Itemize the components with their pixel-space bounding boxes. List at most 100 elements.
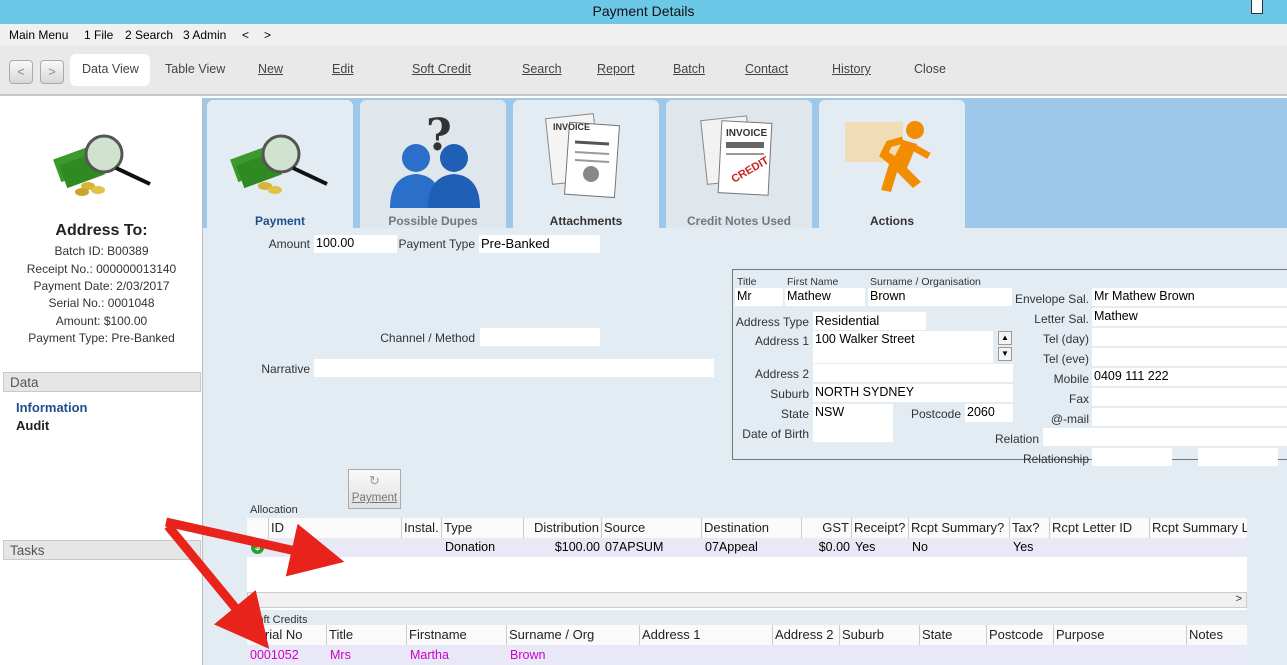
sc-col-notes[interactable]: Notes (1187, 625, 1247, 645)
soft-credit-button[interactable]: Soft Credit (412, 62, 471, 76)
sc-col-firstname[interactable]: Firstname (407, 625, 507, 645)
channel-field[interactable] (480, 328, 600, 346)
alloc-cell-destination: 07Appeal (705, 540, 758, 554)
alloc-cell-source: 07APSUM (605, 540, 664, 554)
table-row[interactable]: $ Donation $100.00 07APSUM 07Appeal $0.0… (247, 538, 1247, 557)
menu-prev[interactable]: < (242, 28, 249, 42)
sc-col-state[interactable]: State (920, 625, 987, 645)
alloc-cell-distribution: $100.00 (554, 540, 600, 554)
first-name-label: First Name (787, 276, 839, 288)
alloc-cell-type: Donation (445, 540, 496, 554)
relation-field[interactable] (1043, 428, 1287, 446)
menu-search[interactable]: 2 Search (125, 28, 173, 42)
suburb-label: Suburb (770, 387, 809, 401)
tab-payment-label: Payment (254, 214, 306, 228)
search-button[interactable]: Search (522, 62, 562, 76)
alloc-col-rcpt-letter[interactable]: Rcpt Letter ID (1050, 518, 1150, 538)
allocation-label: Allocation (250, 504, 298, 516)
tasks-panel-header[interactable]: Tasks (3, 540, 201, 560)
suburb-field[interactable]: NORTH SYDNEY (813, 384, 1013, 402)
sc-col-purpose[interactable]: Purpose (1054, 625, 1187, 645)
scroll-left-icon[interactable]: < (250, 593, 256, 605)
menu-main[interactable]: Main Menu (9, 28, 68, 42)
horizontal-scrollbar[interactable]: < > (247, 592, 1247, 608)
payment-type-field[interactable]: Pre-Banked (479, 235, 600, 253)
scroll-right-icon[interactable]: > (1236, 593, 1242, 605)
tab-attachments-label: Attachments (549, 214, 623, 228)
data-panel-header[interactable]: Data (3, 372, 201, 392)
alloc-col-receipt[interactable]: Receipt? (852, 518, 909, 538)
alloc-col-rcpt-summary[interactable]: Rcpt Summary? (909, 518, 1010, 538)
tab-actions[interactable]: Actions (819, 100, 965, 228)
window-button[interactable] (1251, 0, 1263, 14)
sc-col-address2[interactable]: Address 2 (773, 625, 840, 645)
alloc-col-tax[interactable]: Tax? (1010, 518, 1050, 538)
alloc-col-id[interactable]: ID (269, 518, 402, 538)
alloc-col-source[interactable]: Source (602, 518, 702, 538)
serial-no: Serial No.: 0001048 (48, 296, 155, 310)
tab-payment[interactable]: Payment (207, 100, 353, 228)
relationship-extra-field[interactable] (1198, 448, 1278, 466)
tab-possible-dupes-label: Possible Dupes (388, 214, 478, 228)
nav-information[interactable]: Information (16, 400, 88, 415)
email-field[interactable] (1092, 408, 1287, 426)
address1-field[interactable]: 100 Walker Street (813, 331, 993, 363)
amount-field[interactable]: 100.00 (314, 235, 397, 253)
alloc-col-type[interactable]: Type (442, 518, 524, 538)
tab-attachments[interactable]: INVOICE Attachments (513, 100, 659, 228)
menu-next[interactable]: > (264, 28, 271, 42)
envelope-sal-field[interactable]: Mr Mathew Brown (1092, 288, 1287, 306)
state-field[interactable]: NSW (813, 404, 893, 442)
data-view-label[interactable]: Data View (82, 62, 139, 76)
letter-sal-field[interactable]: Mathew (1092, 308, 1287, 326)
address2-field[interactable] (813, 364, 1013, 382)
contact-button[interactable]: Contact (745, 62, 788, 76)
tab-credit-notes-used[interactable]: INVOICE CREDIT Credit Notes Used (666, 100, 812, 228)
menu-file[interactable]: 1 File (84, 28, 113, 42)
title-bar: Payment Details (0, 0, 1287, 24)
alloc-col-gst[interactable]: GST (802, 518, 852, 538)
svg-text:INVOICE: INVOICE (553, 122, 590, 132)
payment-button[interactable]: ↻ Payment (348, 469, 401, 509)
title-field[interactable]: Mr (735, 288, 783, 306)
first-name-field[interactable]: Mathew (785, 288, 865, 306)
mobile-field[interactable]: 0409 111 222 (1092, 368, 1287, 386)
alloc-col-distribution[interactable]: Distribution (524, 518, 602, 538)
surname-field[interactable]: Brown (868, 288, 1012, 306)
fax-field[interactable] (1092, 388, 1287, 406)
forward-button[interactable]: > (40, 60, 64, 84)
history-button[interactable]: History (832, 62, 871, 76)
back-button[interactable]: < (9, 60, 33, 84)
narrative-field[interactable] (314, 359, 714, 377)
sc-col-serial[interactable]: Serial No (247, 625, 327, 645)
grid-corner (247, 518, 269, 538)
tab-strip: Payment ? Possible Dupes INVOICE Attachm… (203, 98, 1287, 228)
sc-cell-surname: Brown (510, 648, 546, 662)
address-type-field[interactable]: Residential (813, 312, 926, 330)
nav-audit[interactable]: Audit (16, 418, 49, 433)
table-row[interactable]: 0001052 Mrs Martha Brown (247, 645, 1247, 665)
tab-credit-notes-label: Credit Notes Used (686, 214, 792, 228)
alloc-col-destination[interactable]: Destination (702, 518, 802, 538)
tab-possible-dupes[interactable]: ? Possible Dupes (360, 100, 506, 228)
relationship-field[interactable] (1092, 448, 1172, 466)
alloc-col-instal[interactable]: Instal. (402, 518, 442, 538)
edit-button[interactable]: Edit (332, 62, 354, 76)
sc-col-title[interactable]: Title (327, 625, 407, 645)
report-button[interactable]: Report (597, 62, 635, 76)
batch-button[interactable]: Batch (673, 62, 705, 76)
sc-col-suburb[interactable]: Suburb (840, 625, 920, 645)
sc-col-address1[interactable]: Address 1 (640, 625, 773, 645)
money-magnifier-icon (53, 134, 151, 196)
mobile-label: Mobile (1053, 372, 1089, 386)
tel-day-field[interactable] (1092, 328, 1287, 346)
alloc-col-rcpt-summary-l[interactable]: Rcpt Summary L (1150, 518, 1247, 538)
sc-col-postcode[interactable]: Postcode (987, 625, 1054, 645)
menu-admin[interactable]: 3 Admin (183, 28, 226, 42)
close-button[interactable]: Close (914, 62, 946, 76)
new-button[interactable]: New (258, 62, 283, 76)
table-view-button[interactable]: Table View (165, 62, 225, 76)
main-panel: Payment ? Possible Dupes INVOICE Attachm… (203, 98, 1287, 665)
tel-eve-field[interactable] (1092, 348, 1287, 366)
sc-col-surname[interactable]: Surname / Org (507, 625, 640, 645)
